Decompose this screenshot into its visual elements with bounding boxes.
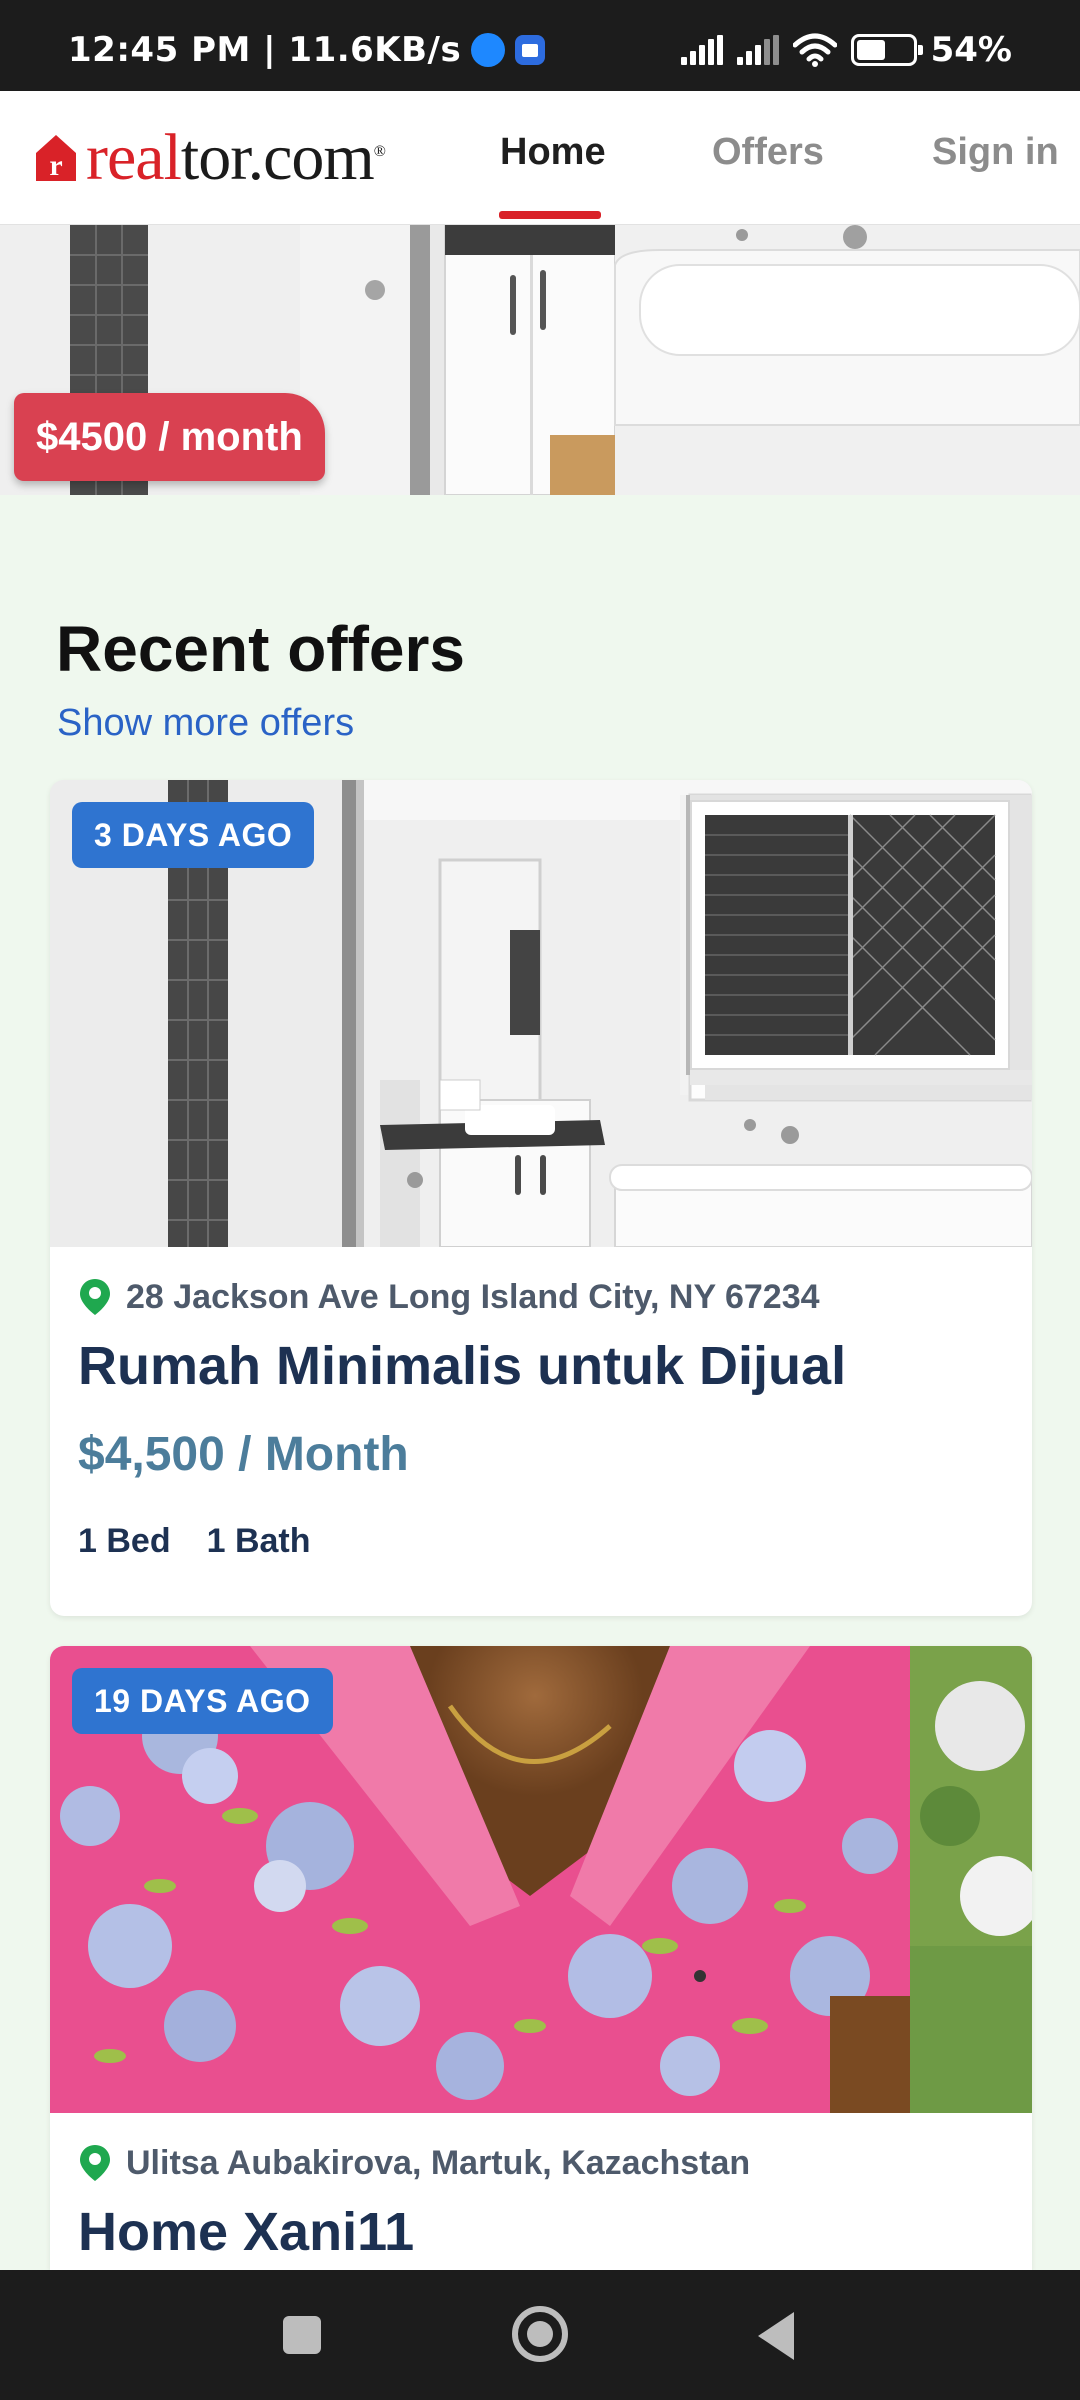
offer-image[interactable]: 19 DAYS AGO bbox=[50, 1646, 1032, 2113]
posted-time-badge: 19 DAYS AGO bbox=[72, 1668, 333, 1734]
status-bar: 12:45 PM | 11.6KB/s 54% bbox=[0, 0, 1080, 91]
svg-text:r: r bbox=[49, 149, 62, 182]
window-blinds bbox=[690, 800, 1010, 1070]
offer-title[interactable]: Rumah Minimalis untuk Dijual bbox=[78, 1335, 1004, 1397]
section-title: Recent offers bbox=[56, 613, 465, 685]
realtor-logo[interactable]: r realtor.com® bbox=[34, 125, 386, 191]
system-navigation-bar bbox=[0, 2270, 1080, 2400]
logo-registered: ® bbox=[373, 143, 386, 160]
offer-image[interactable]: 3 DAYS AGO bbox=[50, 780, 1032, 1247]
nav-home[interactable]: Home bbox=[500, 131, 606, 174]
offer-address: 28 Jackson Ave Long Island City, NY 6723… bbox=[78, 1277, 1004, 1317]
signal-icon-2 bbox=[736, 35, 779, 65]
location-pin-icon bbox=[80, 1279, 110, 1315]
show-more-offers-link[interactable]: Show more offers bbox=[57, 702, 354, 745]
offer-beds: 1 Bed bbox=[78, 1522, 171, 1560]
nav-sign-in[interactable]: Sign in bbox=[932, 131, 1059, 174]
offer-details: Ulitsa Aubakirova, Martuk, Kazachstan Ho… bbox=[50, 2113, 1032, 2263]
recent-apps-icon[interactable] bbox=[283, 2316, 321, 2354]
messenger-icon bbox=[471, 33, 506, 67]
home-button-icon[interactable] bbox=[512, 2306, 568, 2362]
signal-icon bbox=[680, 35, 723, 65]
offer-address-text: Ulitsa Aubakirova, Martuk, Kazachstan bbox=[126, 2143, 751, 2182]
back-icon[interactable] bbox=[758, 2312, 794, 2360]
offer-address: Ulitsa Aubakirova, Martuk, Kazachstan bbox=[78, 2143, 1004, 2183]
status-time: 12:45 PM | 11.6KB/s bbox=[68, 30, 462, 70]
offer-card[interactable]: 3 DAYS AGO 28 Jackson Ave Long Island Ci… bbox=[50, 780, 1032, 1616]
offer-address-text: 28 Jackson Ave Long Island City, NY 6723… bbox=[126, 1277, 820, 1316]
banner-price-tag: $4500 / month bbox=[14, 393, 325, 481]
app-header: r realtor.com® Home Offers Sign in bbox=[0, 91, 1080, 225]
featured-banner[interactable]: $4500 / month bbox=[0, 225, 1080, 495]
wifi-icon bbox=[792, 33, 837, 67]
logo-text-red: real bbox=[86, 121, 182, 194]
nav-offers[interactable]: Offers bbox=[712, 131, 824, 174]
posted-time-badge: 3 DAYS AGO bbox=[72, 802, 315, 868]
offer-price: $4,500 / Month bbox=[78, 1428, 409, 1481]
status-left: 12:45 PM | 11.6KB/s bbox=[68, 30, 546, 70]
offer-features: 1 Bed 1 Bath bbox=[78, 1522, 1004, 1561]
offer-baths: 1 Bath bbox=[206, 1522, 311, 1560]
status-right: 54% bbox=[680, 30, 1012, 70]
house-logo-icon: r bbox=[36, 135, 76, 182]
battery-percent: 54% bbox=[930, 30, 1012, 70]
battery-icon bbox=[850, 34, 923, 66]
offer-details: 28 Jackson Ave Long Island City, NY 6723… bbox=[50, 1247, 1032, 1561]
offer-title[interactable]: Home Xani11 bbox=[78, 2201, 1004, 2263]
logo-text-dark: tor.com bbox=[180, 121, 375, 194]
calendar-icon bbox=[515, 35, 546, 65]
nav-active-indicator bbox=[499, 211, 601, 219]
logo-wordmark: realtor.com® bbox=[86, 125, 386, 191]
offer-card[interactable]: 19 DAYS AGO Ulitsa Aubakirova, Martuk, K… bbox=[50, 1646, 1032, 2270]
location-pin-icon bbox=[80, 2145, 110, 2181]
